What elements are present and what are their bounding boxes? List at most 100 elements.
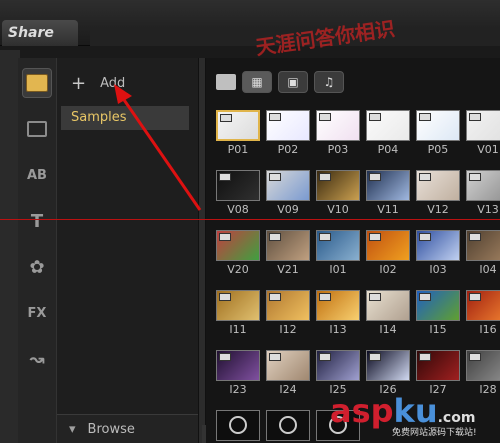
thumbnail[interactable]: [266, 230, 310, 261]
video-filter-button[interactable]: ▦: [242, 71, 272, 93]
thumbnail[interactable]: [466, 290, 500, 321]
thumbnail[interactable]: [466, 170, 500, 201]
thumbnail-label: I13: [329, 323, 347, 336]
image-filter-button[interactable]: ▣: [278, 71, 308, 93]
film-icon: [369, 353, 381, 361]
thumbnail[interactable]: [266, 350, 310, 381]
thumbnail-label: V11: [377, 203, 399, 216]
thumbnail[interactable]: [316, 110, 360, 141]
film-icon: [369, 293, 381, 301]
thumbnail-label: I24: [279, 383, 297, 396]
film-icon: [319, 353, 331, 361]
logo-asp: asp: [330, 392, 394, 430]
annotation-arrow: [114, 84, 202, 211]
graphic-icon[interactable]: ✿: [22, 252, 52, 282]
thumbnail[interactable]: [216, 110, 260, 141]
film-icon: [219, 173, 231, 181]
film-icon: [369, 173, 381, 181]
film-icon: [319, 293, 331, 301]
logo-subtitle: 免费网站源码下载站!: [392, 428, 477, 438]
thumbnail[interactable]: [366, 170, 410, 201]
film-icon: [469, 113, 481, 121]
browse-arrow-icon: ▾: [69, 421, 76, 437]
film-icon: [219, 293, 231, 301]
gallery-toolbar: ▦ ▣ ♫: [216, 70, 344, 94]
thumbnail-label: V20: [227, 263, 249, 276]
thumbnail[interactable]: [416, 110, 460, 141]
film-icon: [269, 173, 281, 181]
thumbnail-label: I12: [279, 323, 297, 336]
film-icon: [369, 233, 381, 241]
share-tab[interactable]: Share: [2, 20, 78, 46]
thumbnail[interactable]: [316, 290, 360, 321]
film-icon: [319, 233, 331, 241]
film-icon: [469, 353, 481, 361]
thumbnail[interactable]: [316, 170, 360, 201]
film-icon: [369, 113, 381, 121]
thumbnail-label: P02: [277, 143, 299, 156]
logo-dom: .com: [437, 410, 476, 426]
thumbnail[interactable]: [466, 110, 500, 141]
film-icon: [269, 293, 281, 301]
path-icon[interactable]: ↝: [22, 344, 52, 374]
folder-icon[interactable]: [216, 74, 236, 90]
film-icon: [469, 233, 481, 241]
thumbnail[interactable]: [366, 230, 410, 261]
thumbnail-label: V08: [227, 203, 249, 216]
film-icon: [219, 353, 231, 361]
thumbnail[interactable]: [416, 170, 460, 201]
left-frame: [0, 50, 20, 443]
fx-icon[interactable]: FX: [22, 298, 52, 328]
film-icon: [419, 113, 431, 121]
thumbnail-label: P01: [227, 143, 249, 156]
film-icon: [269, 353, 281, 361]
thumbnail-label: V09: [277, 203, 299, 216]
thumbnail[interactable]: [316, 230, 360, 261]
thumbnail[interactable]: [216, 170, 260, 201]
thumbnail[interactable]: [266, 110, 310, 141]
thumbnail[interactable]: [466, 350, 500, 381]
audio-thumbnail[interactable]: [216, 410, 260, 441]
transition-icon[interactable]: [22, 114, 52, 144]
thumbnail-label: V10: [327, 203, 349, 216]
media-gallery: ▦ ▣ ♫ P01 P02 P03 P04 P05 V01 V08 V09 V10 V11 V12 V…: [206, 58, 500, 443]
film-icon: [319, 173, 331, 181]
film-icon: [419, 173, 431, 181]
film-icon: [469, 173, 481, 181]
thumbnail[interactable]: [416, 230, 460, 261]
thumbnail[interactable]: [216, 350, 260, 381]
thumbnail-label: P05: [427, 143, 449, 156]
thumbnail[interactable]: [216, 290, 260, 321]
thumbnail[interactable]: [366, 290, 410, 321]
top-bar: Share: [0, 0, 500, 46]
audio-thumbnail[interactable]: [266, 410, 310, 441]
thumbnail-label: V21: [277, 263, 299, 276]
thumbnail[interactable]: [366, 110, 410, 141]
thumbnail[interactable]: [416, 350, 460, 381]
thumbnail-label: I14: [379, 323, 397, 336]
library-icon-column: AB T ✿ FX ↝: [18, 58, 56, 443]
thumbnail-label: V01: [477, 143, 499, 156]
text-title-icon[interactable]: T: [22, 206, 52, 236]
title-ab-icon[interactable]: AB: [22, 160, 52, 190]
film-icon: [419, 293, 431, 301]
thumbnail-label: I04: [479, 263, 497, 276]
film-icon: [219, 233, 231, 241]
thumbnail[interactable]: [266, 170, 310, 201]
thumbnail-label: V12: [427, 203, 449, 216]
audio-filter-button[interactable]: ♫: [314, 71, 344, 93]
thumbnail[interactable]: [266, 290, 310, 321]
thumbnail-label: I16: [479, 323, 497, 336]
media-library-icon[interactable]: [22, 68, 52, 98]
thumbnail[interactable]: [366, 350, 410, 381]
thumbnail[interactable]: [466, 230, 500, 261]
thumbnail[interactable]: [416, 290, 460, 321]
film-icon: [220, 114, 232, 122]
annotation-red-line: [0, 219, 500, 220]
thumbnail-label: I01: [329, 263, 347, 276]
browse-button[interactable]: ▾ Browse: [57, 414, 199, 443]
thumbnail[interactable]: [216, 230, 260, 261]
browse-label: Browse: [87, 421, 135, 437]
thumbnail-label: I23: [229, 383, 247, 396]
thumbnail[interactable]: [316, 350, 360, 381]
